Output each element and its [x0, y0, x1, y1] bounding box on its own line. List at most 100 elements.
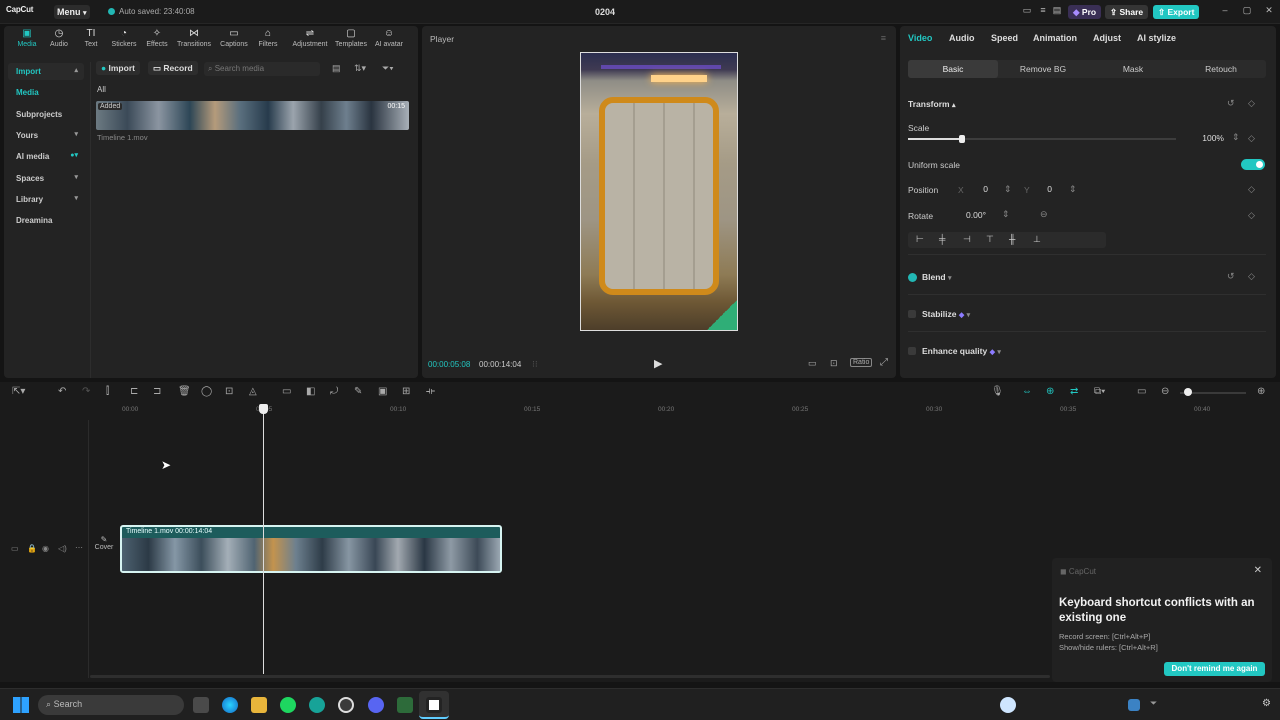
app-icon[interactable] — [397, 697, 413, 713]
dont-remind-button[interactable]: Don't remind me again — [1164, 662, 1265, 676]
rotate-icon[interactable]: ⤾ — [330, 386, 338, 397]
pos-x-input[interactable]: 0 — [972, 184, 988, 198]
redo-icon[interactable]: ↷ — [82, 386, 90, 397]
list-icon[interactable]: ≡ — [1036, 5, 1050, 19]
onedrive-icon[interactable] — [1000, 697, 1016, 713]
nav-library[interactable]: Library ▾ — [8, 191, 84, 208]
remove-bg-icon[interactable]: ⊞ — [402, 386, 410, 397]
align-center-icon[interactable]: ╪ — [939, 234, 945, 244]
zoom-icon[interactable]: ⊡ — [830, 358, 838, 369]
file-explorer-icon[interactable] — [251, 697, 267, 713]
chrome-icon[interactable] — [338, 697, 354, 713]
stabilize-checkbox[interactable] — [908, 310, 916, 318]
align-top-icon[interactable]: ⊤ — [986, 234, 994, 245]
nav-yours[interactable]: Yours ▾ — [8, 127, 84, 144]
record-button[interactable]: ▭ Record — [148, 61, 198, 75]
menu-icon[interactable]: ≡ — [881, 33, 886, 43]
crop-icon[interactable]: ⊡ — [225, 386, 233, 397]
playhead[interactable] — [259, 404, 268, 674]
tab-stickers[interactable]: ◔ Stickers — [107, 26, 141, 48]
tray-chevron-icon[interactable]: ⏷ — [1150, 698, 1157, 709]
tab-audio[interactable]: Audio — [949, 33, 975, 43]
nav-import[interactable]: Import ▴ — [8, 63, 84, 80]
tab-ai-avatar[interactable]: ☺ AI avatar — [372, 26, 406, 48]
scale-slider[interactable] — [908, 135, 1176, 143]
stepper-icon[interactable]: ⇕ — [1069, 184, 1077, 195]
speaker-icon[interactable]: ◁) — [58, 544, 67, 553]
nav-dreamina[interactable]: Dreamina — [8, 212, 84, 229]
sort-icon[interactable]: ⇅▾ — [354, 63, 366, 74]
timeline-ruler[interactable]: 00:00 00:05 00:10 00:15 00:20 00:25 00:3… — [92, 404, 1272, 416]
microphone-icon[interactable]: 🎙 — [991, 386, 1004, 397]
search-input[interactable]: ⌕ Search media — [204, 62, 320, 76]
minimize-icon[interactable]: – — [1218, 5, 1232, 19]
close-icon[interactable]: ✕ — [1254, 565, 1262, 576]
playhead-handle[interactable] — [259, 404, 268, 414]
tab-effects[interactable]: ✧ Effects — [140, 26, 174, 48]
close-icon[interactable]: ✕ — [1262, 5, 1276, 19]
timecode-grid-icon[interactable]: ⁝⁝ — [532, 359, 538, 370]
select-tool-icon[interactable]: ⇱▾ — [12, 386, 25, 397]
task-view-icon[interactable] — [193, 697, 209, 713]
caption-icon[interactable]: ▭ — [1137, 386, 1146, 397]
tab-captions[interactable]: ▭ Captions — [217, 26, 251, 48]
zoom-slider[interactable] — [1180, 388, 1246, 396]
align-right-icon[interactable]: ⊣ — [963, 234, 971, 245]
filter-all[interactable]: All — [97, 85, 106, 94]
keyframe-icon[interactable]: ◇ — [1248, 271, 1255, 282]
fullscreen-icon[interactable]: ⤢ — [880, 357, 888, 368]
stepper-icon[interactable]: ⇕ — [1232, 132, 1240, 143]
tab-video[interactable]: Video — [908, 33, 932, 43]
linkage-icon[interactable]: ⊕ — [1046, 386, 1054, 397]
blend-checkbox[interactable] — [908, 273, 917, 282]
split-icon[interactable]: ⫿ — [106, 386, 109, 397]
tab-speed[interactable]: Speed — [991, 33, 1018, 43]
more-tools-icon[interactable]: ⟛ — [426, 386, 435, 397]
zoom-out-icon[interactable]: ⊖ — [1161, 386, 1169, 397]
tab-ai-stylize[interactable]: AI stylize — [1137, 33, 1176, 43]
layout-icon[interactable]: ▭ — [1020, 5, 1034, 19]
rotate-dial-icon[interactable]: ⊖ — [1040, 209, 1048, 220]
uniform-scale-toggle[interactable] — [1241, 159, 1265, 170]
tab-media[interactable]: ▣ Media — [10, 26, 44, 48]
windows-start-icon[interactable] — [13, 697, 29, 713]
tab-adjust[interactable]: Adjust — [1093, 33, 1121, 43]
align-left-icon[interactable]: ⊢ — [916, 234, 924, 245]
tab-transitions[interactable]: ⋈ Transitions — [177, 26, 211, 48]
share-button[interactable]: ⇪ Share — [1105, 5, 1149, 19]
grid-view-icon[interactable]: ▤ — [332, 63, 341, 74]
pro-button[interactable]: ◆ Pro — [1068, 5, 1102, 19]
scale-slider-handle[interactable] — [958, 135, 965, 143]
filter-icon[interactable]: ⏷▾ — [382, 63, 394, 74]
tab-adjustment[interactable]: ⇌ Adjustment — [290, 26, 330, 48]
keyframe-icon[interactable]: ◇ — [1248, 210, 1255, 221]
align-bottom-icon[interactable]: ⊥ — [1033, 234, 1041, 245]
tab-audio[interactable]: ◷ Audio — [42, 26, 76, 48]
reverse-icon[interactable]: ◧ — [306, 386, 315, 397]
tab-animation[interactable]: Animation — [1033, 33, 1077, 43]
export-button[interactable]: ⇧ Export — [1153, 5, 1200, 19]
tab-templates[interactable]: ▢ Templates — [334, 26, 368, 48]
media-thumbnail[interactable]: Added 00:15 — [96, 101, 409, 130]
stepper-icon[interactable]: ⇕ — [1004, 184, 1012, 195]
align-middle-icon[interactable]: ╫ — [1009, 234, 1015, 244]
tab-filters[interactable]: ⌂ Filters — [251, 26, 285, 48]
preview-axis-icon[interactable]: ⇄ — [1070, 386, 1078, 397]
subtab-mask[interactable]: Mask — [1088, 60, 1178, 78]
enhance-header[interactable]: Enhance quality ◆ ▾ — [922, 346, 1001, 356]
stepper-icon[interactable]: ⇕ — [1002, 209, 1010, 220]
play-icon[interactable]: ▶ — [654, 357, 662, 370]
enhance-checkbox[interactable] — [908, 347, 916, 355]
split-right-icon[interactable]: ⊐ — [153, 386, 161, 397]
zoom-slider-handle[interactable] — [1184, 388, 1192, 396]
spotify-icon[interactable] — [280, 697, 296, 713]
subtab-basic[interactable]: Basic — [908, 60, 998, 78]
keyframe-icon[interactable]: ◇ — [1248, 184, 1255, 195]
split-screen-icon[interactable]: ⧉▾ — [1094, 386, 1105, 397]
nav-subprojects[interactable]: Subprojects — [8, 106, 84, 123]
eye-icon[interactable]: ◉ — [42, 544, 49, 553]
freeze-icon[interactable]: ▭ — [282, 386, 291, 397]
track-collapse-icon[interactable]: ▭ — [11, 544, 19, 553]
fit-icon[interactable]: ▭ — [808, 358, 817, 369]
transform-header[interactable]: Transform ▴ — [908, 99, 955, 109]
